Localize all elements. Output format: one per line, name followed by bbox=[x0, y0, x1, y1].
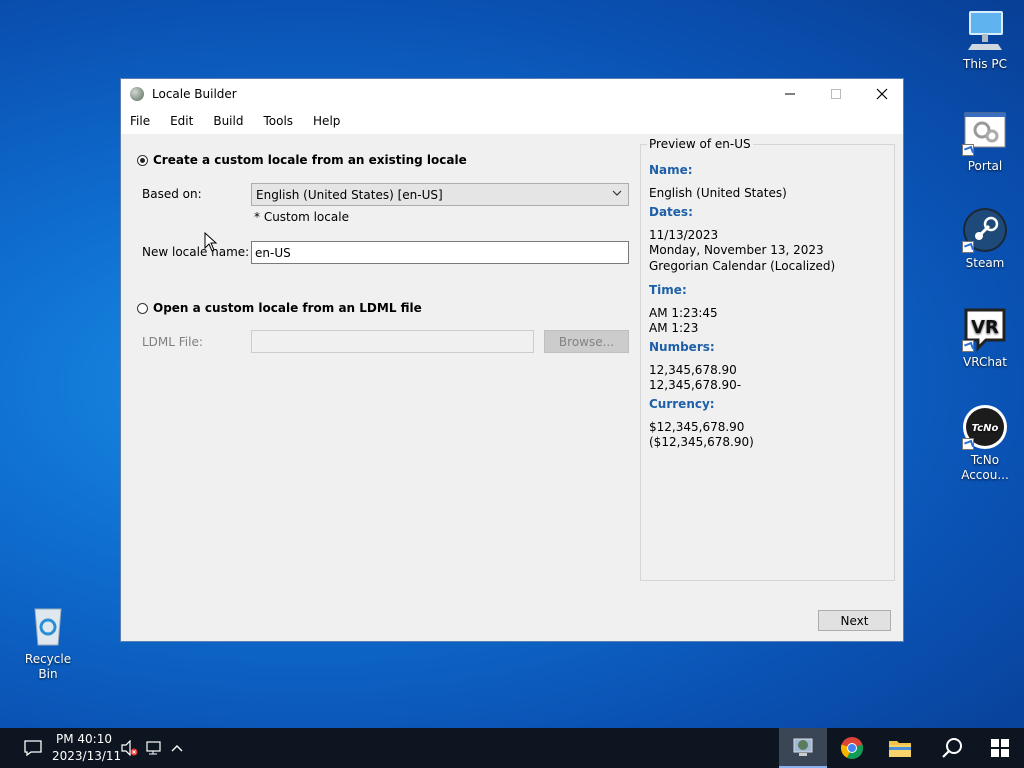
preview-time-long: AM 1:23:45 bbox=[649, 306, 718, 320]
svg-text:TcNo: TcNo bbox=[972, 423, 999, 434]
steam-icon bbox=[962, 207, 1008, 253]
preview-currency-positive: $12,345,678.90 bbox=[649, 420, 745, 434]
close-icon bbox=[876, 88, 888, 99]
desktop-icon-label: Steam bbox=[965, 256, 1005, 270]
radio-create-from-existing[interactable]: Create a custom locale from an existing … bbox=[137, 153, 467, 167]
network-icon bbox=[146, 741, 161, 755]
volume-button[interactable] bbox=[118, 728, 140, 768]
svg-text:VR: VR bbox=[971, 317, 999, 338]
shortcut-arrow-icon bbox=[962, 144, 974, 156]
desktop-icon-tcno[interactable]: TcNo TcNo Accou... bbox=[953, 404, 1017, 483]
windows-logo-icon bbox=[991, 739, 1009, 757]
minimize-icon bbox=[785, 93, 795, 94]
show-hidden-icons-button[interactable] bbox=[166, 728, 188, 768]
minimize-button[interactable] bbox=[767, 79, 813, 108]
preview-number-positive: 12,345,678.90 bbox=[649, 363, 737, 377]
based-on-selected: English (United States) [en-US] bbox=[256, 187, 443, 202]
preview-date-long: Monday, November 13, 2023 bbox=[649, 243, 824, 257]
folder-icon bbox=[889, 741, 911, 757]
desktop-icon-recycle-bin[interactable]: Recycle Bin bbox=[16, 603, 80, 682]
next-button[interactable]: Next bbox=[818, 610, 891, 631]
based-on-label: Based on: bbox=[142, 187, 202, 201]
clock-date: 2023/13/11 bbox=[52, 749, 122, 763]
volume-muted-icon bbox=[121, 740, 138, 756]
radio-unselected-indicator bbox=[137, 302, 148, 314]
preview-panel: Preview of en-US Name: English (United S… bbox=[640, 137, 895, 581]
window-title: Locale Builder bbox=[152, 86, 237, 101]
preview-dates-header: Dates: bbox=[649, 205, 693, 219]
preview-calendar: Gregorian Calendar (Localized) bbox=[649, 259, 836, 273]
preview-numbers-header: Numbers: bbox=[649, 340, 715, 354]
desktop-icon-portal[interactable]: Portal bbox=[953, 110, 1017, 174]
taskbar-chrome[interactable] bbox=[828, 728, 876, 768]
radio-create-label: Create a custom locale from an existing … bbox=[153, 153, 467, 167]
shortcut-arrow-icon bbox=[962, 340, 974, 352]
shortcut-arrow-icon bbox=[962, 241, 974, 253]
computer-icon bbox=[962, 8, 1008, 54]
taskbar: PM 40:10 2023/13/11 bbox=[0, 728, 1024, 768]
preview-name-value: English (United States) bbox=[649, 186, 787, 200]
locale-builder-window: Locale Builder File Edit Build Tools Hel… bbox=[120, 78, 904, 642]
taskbar-clock[interactable]: PM 40:10 2023/13/11 bbox=[52, 731, 122, 765]
desktop-icon-steam[interactable]: Steam bbox=[953, 207, 1017, 271]
maximize-button[interactable] bbox=[813, 79, 859, 108]
new-locale-name-value: en-US bbox=[255, 245, 291, 260]
preview-number-negative: 12,345,678.90- bbox=[649, 378, 742, 392]
app-globe-icon bbox=[130, 86, 144, 101]
radio-selected-indicator bbox=[137, 154, 148, 166]
browse-button[interactable]: Browse... bbox=[544, 330, 629, 353]
menu-build[interactable]: Build bbox=[213, 114, 243, 128]
new-locale-name-input[interactable]: en-US bbox=[251, 241, 629, 264]
vrchat-icon: VR bbox=[962, 306, 1008, 352]
desktop-icon-label: TcNo Accou... bbox=[961, 453, 1009, 482]
desktop-icon-label: Portal bbox=[967, 159, 1003, 173]
menu-help[interactable]: Help bbox=[313, 114, 340, 128]
start-button[interactable] bbox=[976, 728, 1024, 768]
action-center-button[interactable] bbox=[18, 728, 48, 768]
close-button[interactable] bbox=[859, 79, 905, 108]
menu-tools[interactable]: Tools bbox=[263, 114, 293, 128]
preview-name-header: Name: bbox=[649, 163, 693, 177]
preview-currency-header: Currency: bbox=[649, 397, 715, 411]
preview-currency-negative: ($12,345,678.90) bbox=[649, 435, 754, 449]
ldml-file-label: LDML File: bbox=[142, 335, 203, 349]
search-icon bbox=[942, 738, 962, 758]
based-on-dropdown[interactable]: English (United States) [en-US] bbox=[251, 183, 629, 206]
preview-date-short: 11/13/2023 bbox=[649, 228, 719, 242]
chevron-down-icon bbox=[612, 188, 622, 201]
ldml-file-input[interactable] bbox=[251, 330, 534, 353]
desktop-icon-label: Recycle Bin bbox=[24, 652, 72, 681]
tcno-icon: TcNo bbox=[962, 404, 1008, 450]
title-bar[interactable]: Locale Builder bbox=[121, 79, 903, 108]
maximize-icon bbox=[831, 88, 841, 99]
network-button[interactable] bbox=[142, 728, 164, 768]
taskbar-file-explorer[interactable] bbox=[876, 728, 924, 768]
preview-time-short: AM 1:23 bbox=[649, 321, 699, 335]
portal-icon bbox=[962, 110, 1008, 156]
clock-time: PM 40:10 bbox=[56, 732, 112, 746]
preview-time-header: Time: bbox=[649, 283, 687, 297]
taskbar-search[interactable] bbox=[928, 728, 976, 768]
recycle-bin-icon bbox=[25, 603, 71, 649]
new-locale-name-label: New locale name: bbox=[142, 245, 250, 259]
chrome-icon bbox=[840, 737, 864, 759]
menu-file[interactable]: File bbox=[130, 114, 150, 128]
locale-builder-app-icon bbox=[793, 738, 813, 756]
desktop-icon-vrchat[interactable]: VR VRChat bbox=[953, 306, 1017, 370]
radio-open-label: Open a custom locale from an LDML file bbox=[153, 301, 422, 315]
desktop-icon-label: VRChat bbox=[963, 355, 1007, 369]
preview-title: Preview of en-US bbox=[647, 137, 753, 151]
menu-edit[interactable]: Edit bbox=[170, 114, 193, 128]
taskbar-locale-builder[interactable] bbox=[779, 728, 827, 768]
mouse-cursor-icon bbox=[204, 232, 218, 252]
chevron-up-icon bbox=[171, 745, 183, 752]
desktop-icon-this-pc[interactable]: This PC bbox=[953, 8, 1017, 72]
radio-open-ldml[interactable]: Open a custom locale from an LDML file bbox=[137, 301, 422, 315]
desktop-icon-label: This PC bbox=[963, 57, 1007, 71]
custom-locale-note: * Custom locale bbox=[254, 210, 349, 224]
menu-bar: File Edit Build Tools Help bbox=[121, 108, 903, 134]
shortcut-arrow-icon bbox=[962, 438, 974, 450]
notification-icon bbox=[24, 740, 42, 756]
